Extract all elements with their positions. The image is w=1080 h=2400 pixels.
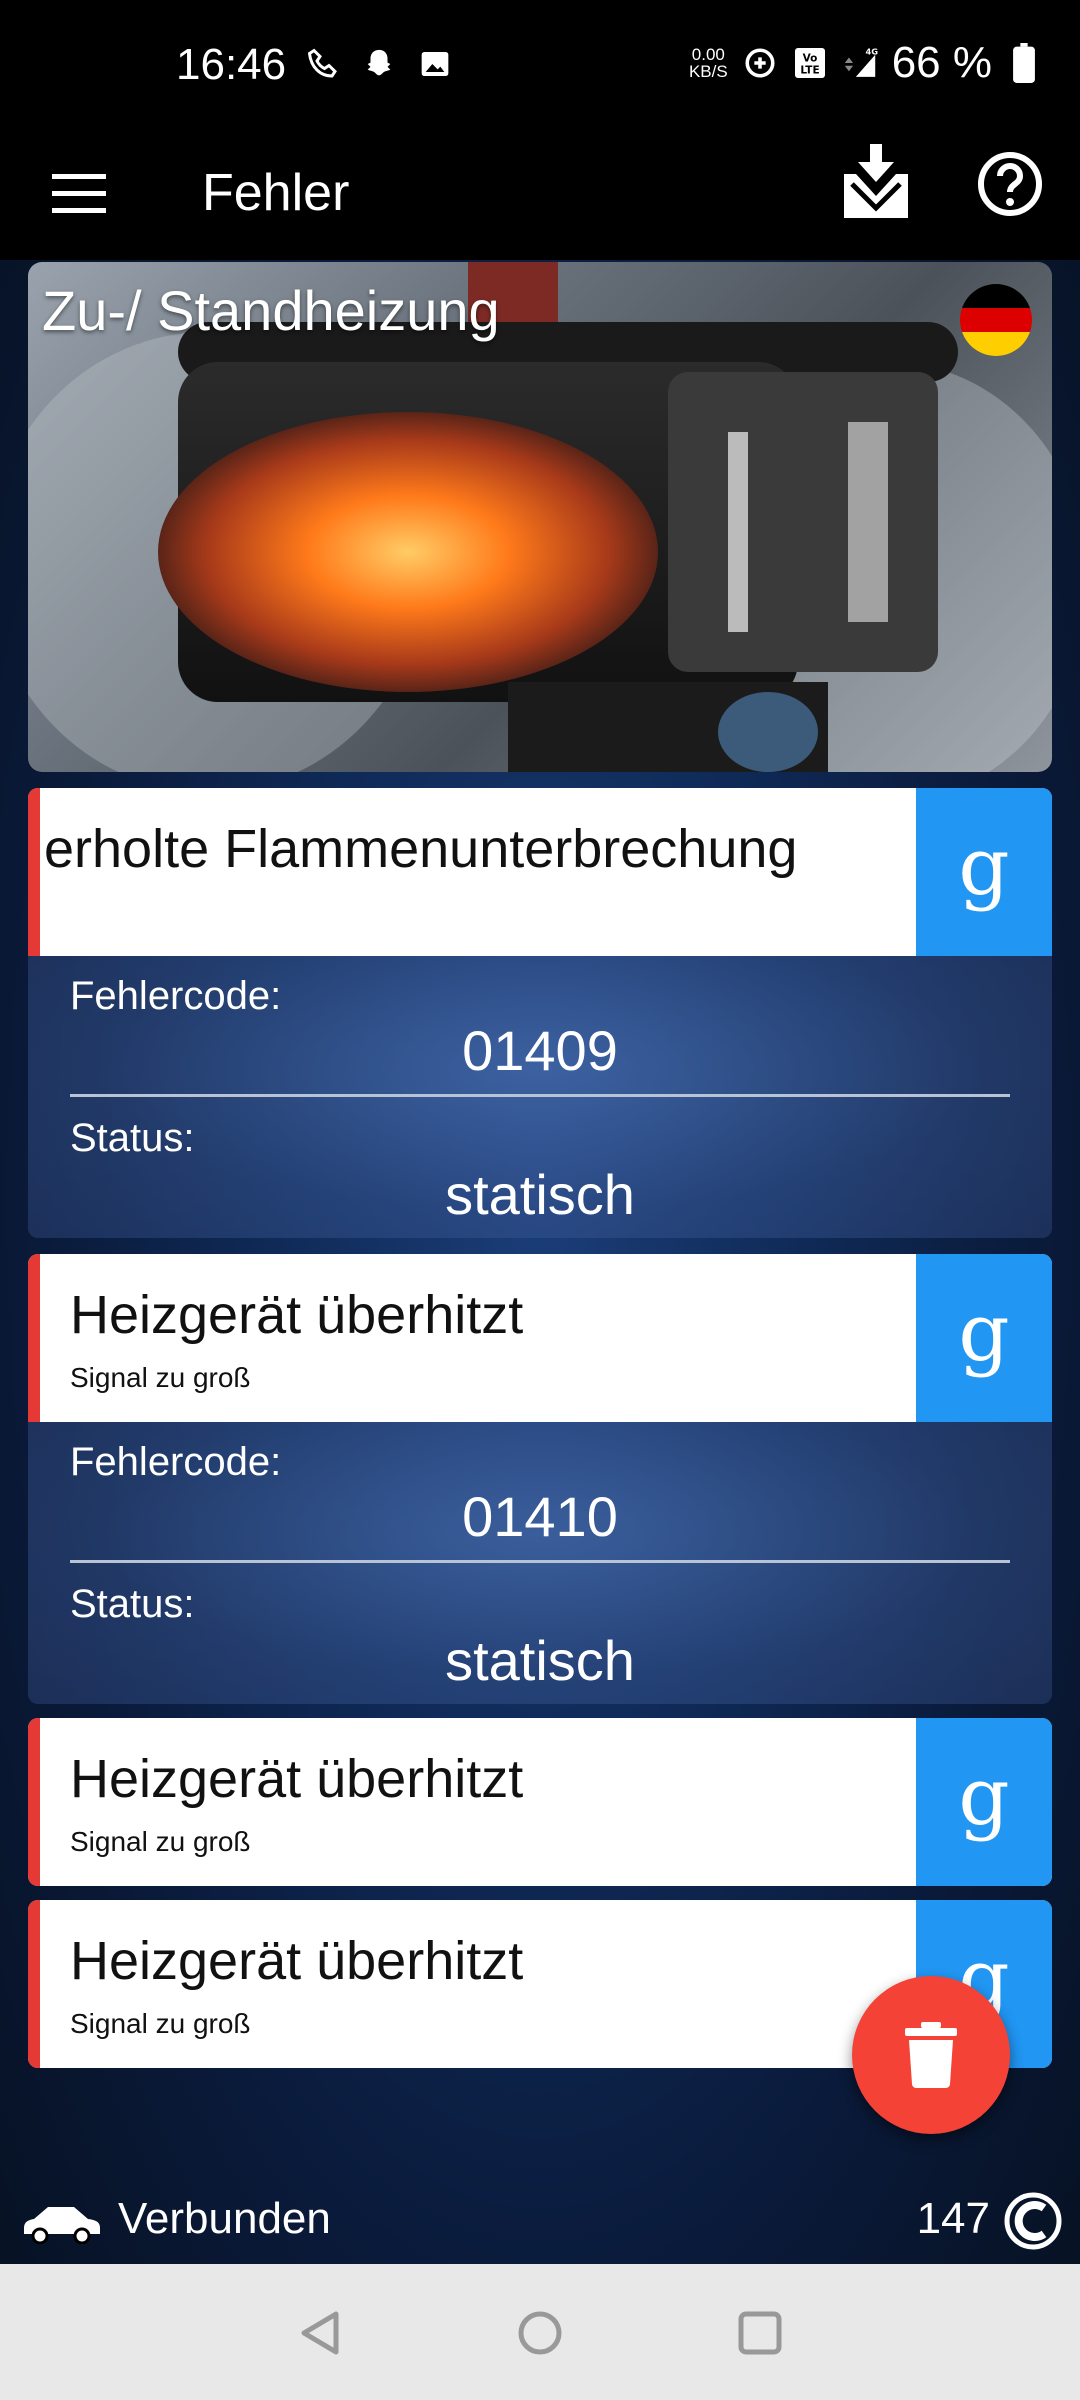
google-icon: g [958,1286,1010,1379]
snapchat-icon [361,46,397,82]
error-card: Heizgerät überhitzt Signal zu groß g Feh… [28,1254,1052,1704]
status-value: statisch [445,1629,635,1692]
error-details: Fehlercode: 01409 Status: statisch [28,956,1052,1238]
error-title: Heizgerät überhitzt [70,1749,524,1809]
google-search-button[interactable]: g [916,1718,1052,1886]
credits-icon[interactable] [1004,2192,1062,2250]
error-code-value: 01410 [462,1485,618,1548]
battery-icon [1006,43,1042,83]
status-label: Status: [70,1582,195,1626]
menu-icon[interactable] [48,166,110,222]
app-bar: Fehler [0,130,1080,260]
status-value: statisch [445,1163,635,1226]
help-icon[interactable] [976,150,1044,218]
error-header[interactable]: erholte Flammenunterbrechung g [28,788,1052,956]
status-time: 16:46 [176,40,287,89]
error-header[interactable]: Heizgerät überhitzt Signal zu groß g [28,1718,1052,1886]
volte-icon: Vo LTE [792,45,828,81]
error-indicator [28,788,40,956]
system-nav-bar [0,2264,1080,2400]
error-code-label: Fehlercode: [70,1440,282,1484]
trash-icon [905,2022,957,2088]
car-icon [20,2200,102,2245]
module-banner: Zu-/ Standheizung [28,262,1052,772]
error-title: Heizgerät überhitzt [70,1285,524,1345]
speed-unit: KB/S [688,62,728,81]
error-card: Heizgerät überhitzt Signal zu groß g [28,1718,1052,1886]
connection-status: Verbunden [118,2194,331,2243]
svg-text:Vo: Vo [802,53,817,65]
error-indicator [28,1718,40,1886]
page-title: Fehler [202,164,350,222]
error-details: Fehlercode: 01410 Status: statisch [28,1422,1052,1704]
google-icon: g [958,1750,1010,1843]
error-card: erholte Flammenunterbrechung g Fehlercod… [28,788,1052,1238]
google-icon: g [958,820,1010,913]
gallery-icon [417,46,453,82]
speed-value: 0.00 [691,45,725,64]
divider [70,1560,1010,1563]
home-icon[interactable] [515,2308,565,2358]
battery-percent: 66 % [891,38,992,87]
svg-text:LTE: LTE [800,65,819,77]
system-icons: 0.00 KB/S Vo LTE 4G 66 % [689,38,1042,88]
signal-4g-icon: 4G [842,45,878,81]
error-header[interactable]: Heizgerät überhitzt Signal zu groß g [28,1254,1052,1422]
module-title: Zu-/ Standheizung [42,279,500,342]
status-bar: 16:46 0.00 KB/S Vo LTE 4G 66 % [0,0,1080,130]
connection-bar: Verbunden 147 [0,2178,1080,2264]
german-flag-icon[interactable] [960,284,1032,356]
credits-count: 147 [916,2194,990,2243]
svg-text:4G: 4G [865,47,877,57]
error-subtitle: Signal zu groß [70,1826,251,1857]
data-saver-icon [742,45,778,81]
error-subtitle: Signal zu groß [70,2008,251,2039]
error-subtitle: Signal zu groß [70,1362,251,1393]
error-code-label: Fehlercode: [70,974,282,1018]
back-icon[interactable] [296,2308,346,2358]
google-search-button[interactable]: g [916,788,1052,956]
recents-icon[interactable] [735,2308,785,2358]
notification-icons [305,46,453,82]
status-label: Status: [70,1116,195,1160]
google-search-button[interactable]: g [916,1254,1052,1422]
error-title: erholte Flammenunterbrechung [44,819,798,879]
delete-all-button[interactable] [852,1976,1010,2134]
error-indicator [28,1900,40,2068]
network-speed: 0.00 KB/S [689,46,728,80]
error-title: Heizgerät überhitzt [70,1931,524,1991]
divider [70,1094,1010,1097]
error-indicator [28,1254,40,1422]
inbox-download-icon[interactable] [840,144,912,224]
phone-icon [305,46,341,82]
error-code-value: 01409 [462,1019,618,1082]
